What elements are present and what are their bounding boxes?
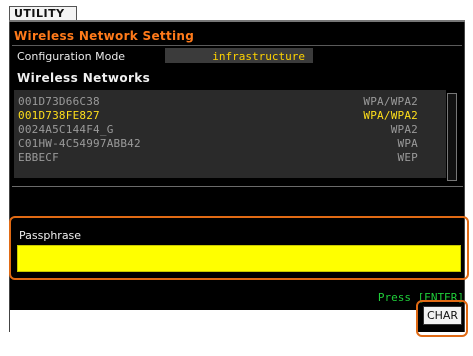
wireless-networks-heading: Wireless Networks xyxy=(17,71,151,85)
network-row[interactable]: 0024A5C144F4_G WPA2 xyxy=(18,123,418,137)
configuration-mode-value[interactable]: infrastructure xyxy=(165,50,305,63)
bottom-bar xyxy=(10,310,418,333)
configuration-mode-label: Configuration Mode xyxy=(17,50,126,63)
utility-tab[interactable]: UTILITY xyxy=(9,6,77,21)
page-title: Wireless Network Setting xyxy=(14,29,195,43)
network-security: WPA/WPA2 xyxy=(363,109,418,122)
passphrase-input[interactable] xyxy=(17,245,461,272)
network-row[interactable]: C01HW-4C54997ABB42 WPA xyxy=(18,137,418,151)
network-security: WPA xyxy=(397,137,418,150)
network-ssid: 001D73D66C38 xyxy=(18,95,100,108)
network-ssid: C01HW-4C54997ABB42 xyxy=(18,137,141,150)
network-security: WPA/WPA2 xyxy=(363,95,418,108)
network-row[interactable]: EBBECF WEP xyxy=(18,151,418,165)
network-ssid: 001D738FE827 xyxy=(18,109,100,122)
network-ssid: EBBECF xyxy=(18,151,59,164)
title-divider xyxy=(12,45,462,46)
char-button[interactable]: CHAR xyxy=(423,306,462,325)
network-security: WEP xyxy=(397,151,418,164)
list-scrollbar[interactable] xyxy=(447,93,457,181)
passphrase-label: Passphrase xyxy=(19,229,82,242)
network-row-selected[interactable]: 001D738FE827 WPA/WPA2 xyxy=(18,109,418,123)
network-list[interactable]: 001D73D66C38 WPA/WPA2 001D738FE827 WPA/W… xyxy=(14,90,446,178)
network-security: WPA2 xyxy=(390,123,418,136)
network-row[interactable]: 001D73D66C38 WPA/WPA2 xyxy=(18,95,418,109)
network-ssid: 0024A5C144F4_G xyxy=(18,123,114,136)
